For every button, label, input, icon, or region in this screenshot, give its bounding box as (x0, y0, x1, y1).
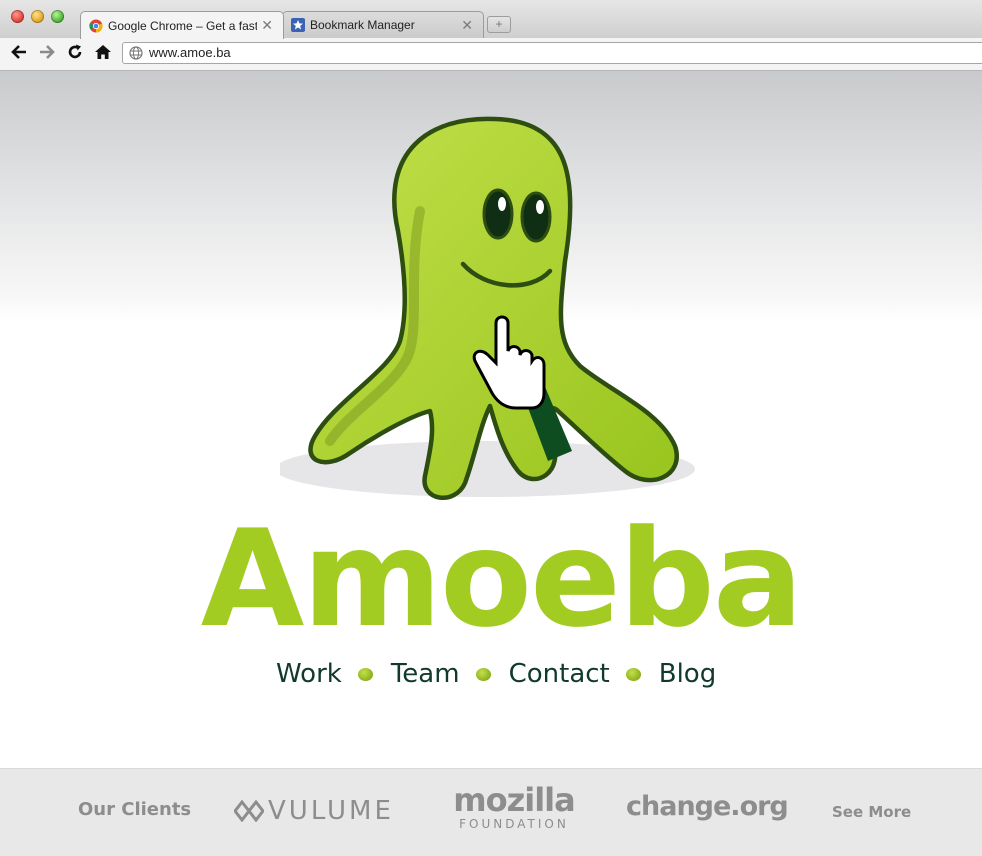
tab-bookmark-manager[interactable]: Bookmark Manager ✕ (282, 11, 484, 38)
web-page: Amoeba Work Team Contact Blog Our Client… (0, 71, 982, 856)
tab-label: Google Chrome – Get a fast new browser (108, 18, 258, 33)
forward-arrow-icon[interactable] (37, 43, 57, 63)
new-tab-button[interactable]: + (487, 16, 511, 33)
vulume-wordmark: VULUME (268, 796, 394, 826)
nav-separator-dot (357, 667, 373, 681)
tab-close-icon[interactable]: ✕ (461, 17, 473, 34)
window-close-button[interactable] (11, 10, 24, 23)
brand-wordmark: Amoeba (200, 501, 804, 657)
nav-contact[interactable]: Contact (509, 659, 610, 689)
clients-heading: Our Clients (78, 799, 192, 820)
chrome-icon (89, 19, 103, 32)
back-arrow-icon[interactable] (9, 43, 29, 63)
nav-work[interactable]: Work (276, 659, 342, 689)
tab-close-icon[interactable]: ✕ (261, 17, 273, 34)
nav-separator-dot (625, 667, 641, 681)
star-icon (291, 18, 305, 32)
tab-label: Bookmark Manager (310, 18, 415, 32)
address-bar[interactable] (122, 42, 982, 64)
url-input[interactable] (149, 45, 949, 60)
nav-team[interactable]: Team (391, 659, 460, 689)
nav-blog[interactable]: Blog (659, 659, 716, 689)
reload-icon[interactable] (65, 43, 85, 63)
client-logo-change-org[interactable]: change.org (626, 791, 789, 822)
clients-bar: Our Clients VULUME mozilla FOUNDATION ch… (0, 768, 982, 856)
tab-google-chrome[interactable]: Google Chrome – Get a fast new browser ✕ (80, 11, 284, 39)
vulume-diamond-icon (234, 800, 264, 822)
client-logo-vulume[interactable]: VULUME (234, 796, 394, 826)
globe-icon (129, 46, 143, 60)
browser-toolbar (0, 38, 982, 71)
client-logo-mozilla[interactable]: mozilla FOUNDATION (453, 783, 575, 831)
mozilla-wordmark: mozilla (453, 781, 575, 819)
nav-separator-dot (475, 667, 491, 681)
see-more-link[interactable]: See More (832, 803, 911, 821)
window-minimize-button[interactable] (31, 10, 44, 23)
mozilla-foundation-text: FOUNDATION (459, 817, 569, 831)
main-nav: Work Team Contact Blog (276, 656, 716, 692)
browser-titlebar: Google Chrome – Get a fast new browser ✕… (0, 0, 982, 39)
window-zoom-button[interactable] (51, 10, 64, 23)
home-icon[interactable] (93, 43, 113, 63)
amoeba-mascot-logo (280, 116, 695, 500)
